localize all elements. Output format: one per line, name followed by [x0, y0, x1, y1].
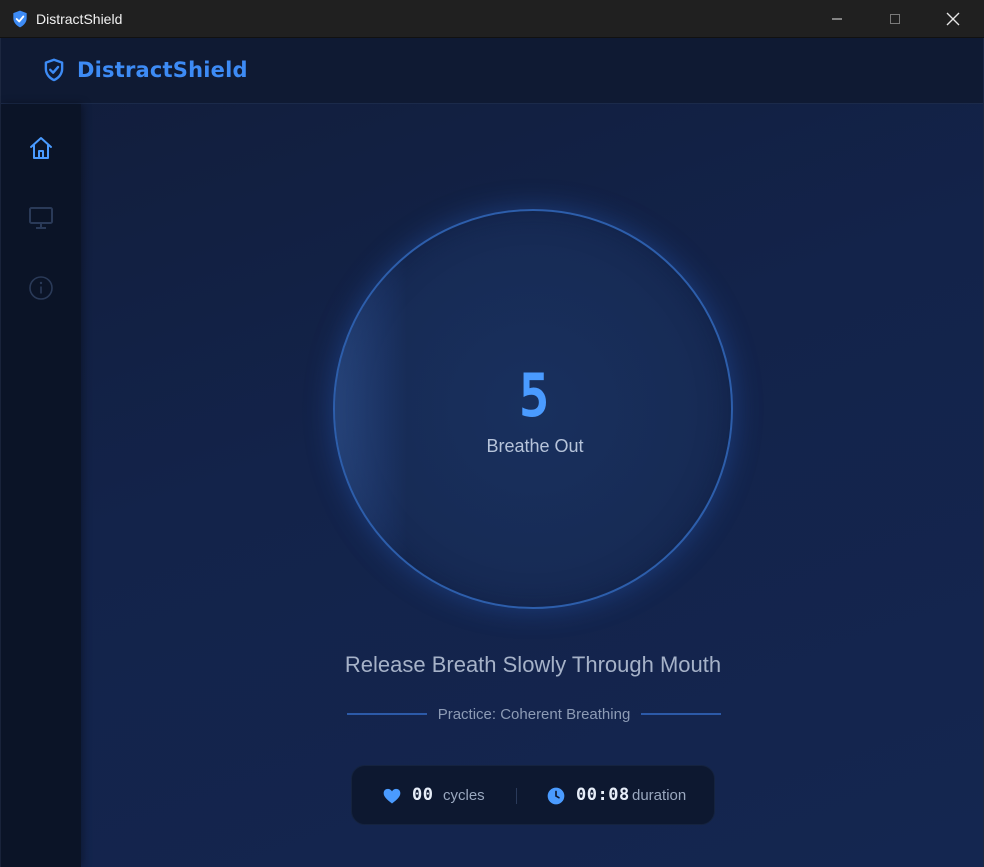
- window-title: DistractShield: [36, 11, 123, 27]
- shield-check-icon: [13, 10, 27, 28]
- shield-check-icon: [44, 58, 64, 82]
- clock-icon: [547, 787, 565, 805]
- cycles-value: 00: [412, 785, 434, 805]
- brand-name: DistractShield: [77, 58, 248, 82]
- title-bar: DistractShield: [0, 0, 984, 38]
- countdown-number: 5: [518, 361, 552, 431]
- stats-divider: [516, 788, 517, 804]
- stats-panel: 00 cycles 00:08 duration: [351, 765, 715, 825]
- home-icon: [30, 137, 52, 159]
- breath-instruction: Release Breath Slowly Through Mouth: [344, 652, 722, 677]
- maximize-icon: [890, 14, 900, 24]
- practice-label: Practice: Coherent Breathing: [437, 705, 631, 723]
- app-body: DistractShield 5 Breathe Out Release Bre…: [0, 38, 984, 867]
- close-icon: [946, 12, 960, 26]
- maximize-button[interactable]: [866, 0, 924, 38]
- practice-row: Practice: Coherent Breathing: [347, 704, 721, 724]
- info-icon: [29, 276, 53, 300]
- sidebar-item-info[interactable]: [23, 270, 59, 306]
- duration-value: 00:08: [576, 785, 630, 805]
- minimize-button[interactable]: [808, 0, 866, 38]
- minimize-icon: [832, 18, 842, 20]
- sidebar-item-monitor[interactable]: [23, 200, 59, 236]
- app-header: DistractShield: [1, 38, 983, 104]
- duration-label: duration: [632, 787, 687, 804]
- monitor-icon: [29, 207, 53, 229]
- sidebar: [1, 104, 81, 867]
- divider-line-left: [347, 713, 427, 715]
- breathing-circle: 5 Breathe Out: [333, 209, 733, 609]
- sidebar-item-home[interactable]: [23, 130, 59, 166]
- cycles-label: cycles: [443, 787, 485, 804]
- divider-line-right: [641, 713, 721, 715]
- close-button[interactable]: [924, 0, 982, 38]
- breath-phase-label: Breathe Out: [486, 436, 584, 456]
- heart-icon: [383, 788, 401, 804]
